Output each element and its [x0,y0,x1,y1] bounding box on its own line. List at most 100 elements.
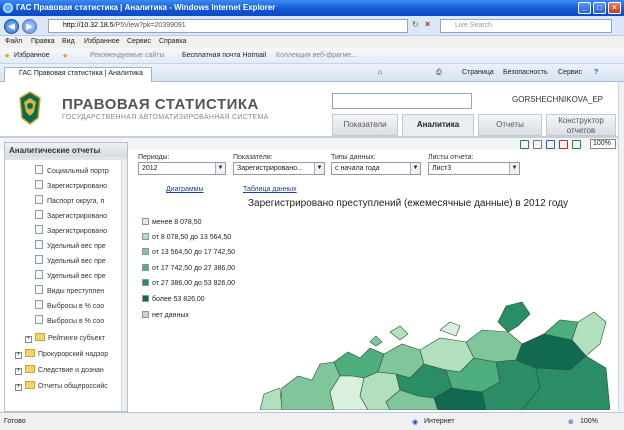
close-button[interactable]: × [608,2,621,14]
status-bar: Готово ◉ Интернет ⊕ 100% [0,412,624,430]
map-region [260,387,283,410]
print-icon[interactable]: ⎙ [436,69,442,77]
refresh-icon[interactable]: ↻ [412,20,419,29]
zoom-icon[interactable]: ⊕ [568,418,574,426]
data-types-label: Типы данных: [331,154,376,161]
add-favorite-icon[interactable]: ★ [62,52,68,60]
expand-icon[interactable]: + [15,368,22,375]
document-icon [35,210,43,219]
export-word-icon[interactable] [546,140,555,149]
folder-icon [25,349,35,357]
tree-subfolder-ratings[interactable]: + Рейтинги субъект [25,332,105,346]
dropdown-arrow-icon[interactable]: ▼ [509,163,519,174]
indicators-label: Показатели: [233,154,273,161]
home-icon[interactable]: ⌂ [378,69,382,76]
tree-doc-item[interactable]: Паспорт округа, п [35,195,104,209]
minimize-button[interactable]: _ [578,2,591,14]
menu-file[interactable]: Файл [5,38,22,45]
forward-button[interactable]: ▶ [22,19,37,34]
expand-icon[interactable]: + [15,352,22,359]
map-region [465,329,523,363]
print-report-icon[interactable] [533,140,542,149]
menu-bar: Файл Правка Вид Избранное Сервис Справка [0,36,624,48]
menu-tools[interactable]: Сервис [127,38,151,45]
tree-doc-item[interactable]: Зарегистрировано [35,210,107,224]
document-icon [35,270,43,279]
tab-analytics[interactable]: Аналитика [402,114,474,136]
map-region [279,361,341,410]
tree-doc-item[interactable]: Зарегистрировано [35,180,107,194]
tree-doc-item[interactable]: Удельный вес пре [35,255,106,269]
status-zoom[interactable]: 100% [580,418,598,425]
sheets-select[interactable]: Лист3 ▼ [428,162,520,175]
choropleth-map[interactable] [260,292,610,410]
legend-swatch [142,279,149,286]
sheets-label: Листы отчета: [428,154,474,161]
tree-folder-reports[interactable]: + Отчеты общероссийс [15,380,108,394]
tree-doc-item[interactable]: Виды преступлен [35,285,104,299]
panel-title: Аналитические отчеты [5,143,127,157]
legend-item: от 17 742,50 до 27 386,00 [142,264,235,273]
fav-link-webslices[interactable]: Коллекция веб-фрагме... [276,52,357,59]
document-icon [35,285,43,294]
cmd-page[interactable]: Страница [462,69,494,76]
document-icon [35,300,43,309]
menu-view[interactable]: Вид [62,38,75,45]
tree-doc-item[interactable]: Социальный портр [35,165,109,179]
dropdown-arrow-icon[interactable]: ▼ [410,163,420,174]
tree-doc-item[interactable]: Удельный вес пре [35,270,106,284]
legend-item: более 53 826,00 [142,295,205,304]
expand-icon[interactable]: + [25,336,32,343]
window-title-bar: ГАС Правовая статистика | Аналитика - Wi… [0,0,624,16]
status-text: Готово [4,418,26,425]
dropdown-arrow-icon[interactable]: ▼ [215,163,225,174]
menu-favorites[interactable]: Избранное [84,38,119,45]
tree-doc-item[interactable]: Выбросы в % соо [35,300,104,314]
tree-doc-item[interactable]: Удельный вес пре [35,240,106,254]
dropdown-arrow-icon[interactable]: ▼ [314,163,324,174]
legend-item: менее 8 078,50 [142,218,202,227]
tree-folder-prosecutor[interactable]: + Прокурорский надзор [15,348,108,362]
cmd-tools[interactable]: Сервис [558,69,582,76]
cmd-security[interactable]: Безопасность [503,69,548,76]
folder-icon [35,333,45,341]
legend-swatch [142,248,149,255]
export-pdf-icon[interactable] [559,140,568,149]
menu-help[interactable]: Справка [159,38,186,45]
favorites-button[interactable]: Избранное [14,52,49,59]
refresh-report-icon[interactable] [520,140,529,149]
expand-icon[interactable]: + [15,384,22,391]
charts-link[interactable]: Диаграммы [166,186,204,193]
tree-doc-item[interactable]: Зарегистрировано [35,225,107,239]
address-input[interactable]: http://10.32.18.5/P5View?pk=20399091 [48,19,408,33]
tab-report-builder[interactable]: Конструктор отчетов [546,114,616,136]
stop-icon[interactable]: × [425,19,430,29]
back-button[interactable]: ◀ [4,19,19,34]
indicators-select[interactable]: Зарегистрировано... ▼ [233,162,325,175]
help-icon[interactable]: ? [594,69,598,76]
page-scrollbar[interactable] [618,82,624,412]
tree-folder-investigation[interactable]: + Следствие и дознан [15,364,104,378]
menu-edit[interactable]: Правка [31,38,55,45]
fav-link-hotmail[interactable]: Бесплатная почта Hotmail [182,52,266,59]
data-table-link[interactable]: Таблица данных [243,186,297,193]
window-title: ГАС Правовая статистика | Аналитика - Wi… [16,3,276,12]
report-zoom-select[interactable]: 100% [590,139,616,149]
browser-tab[interactable]: ГАС Правовая статистика | Аналитика [4,67,152,82]
user-name[interactable]: GORSHECHNIKOVA_EP [512,95,603,104]
fav-link-recommended[interactable]: Рекомендуемые сайты [90,52,164,59]
document-icon [35,195,43,204]
data-types-select[interactable]: с начала года ▼ [331,162,421,175]
site-search-input[interactable] [332,93,472,109]
tree-doc-item[interactable]: Выбросы в % соо [35,315,104,329]
tab-indicators[interactable]: Показатели [332,114,398,136]
map-region [389,325,409,341]
export-excel-icon[interactable] [572,140,581,149]
search-input[interactable]: Live Search [440,19,612,33]
internet-zone-icon: ◉ [412,419,419,426]
map-region [439,321,461,337]
periods-select[interactable]: 2012 ▼ [138,162,226,175]
tab-reports[interactable]: Отчеты [478,114,542,136]
tree-scrollbar[interactable] [121,160,127,411]
maximize-button[interactable]: □ [593,2,606,14]
